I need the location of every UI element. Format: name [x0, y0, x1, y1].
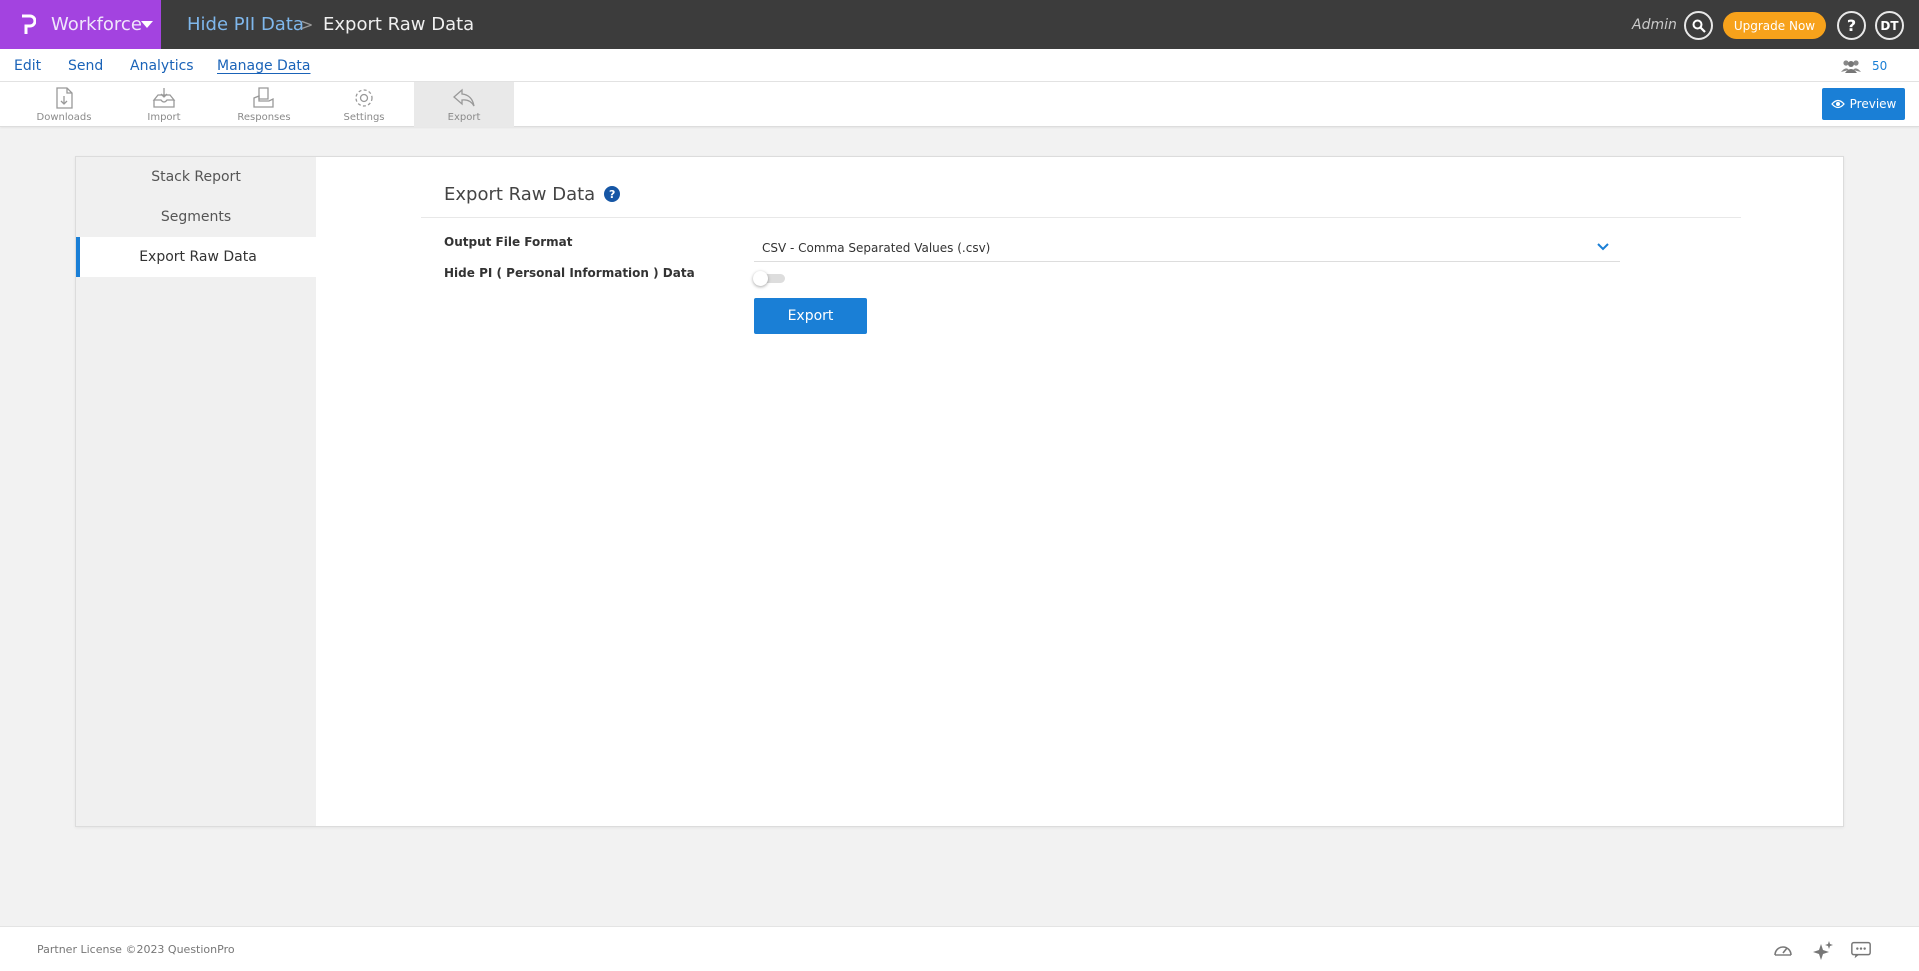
gear-icon [355, 89, 373, 107]
breadcrumb-survey[interactable]: Hide PII Data [187, 0, 304, 49]
upgrade-now-button[interactable]: Upgrade Now [1723, 12, 1826, 39]
tool-label: Settings [343, 112, 385, 123]
page-title: Export Raw Data ? [444, 181, 621, 207]
output-format-label: Output File Format [444, 235, 573, 249]
top-bar: Workforce Hide PII Data > Export Raw Dat… [0, 0, 1919, 49]
footer: Partner License ©2023 QuestionPro [0, 926, 1919, 971]
participants-count-value: 50 [1872, 58, 1888, 73]
eye-icon [1830, 99, 1845, 109]
tool-export[interactable]: Export [414, 82, 514, 127]
help-button[interactable]: ? [1837, 11, 1866, 40]
user-role: Admin [1632, 16, 1677, 33]
tool-downloads[interactable]: Downloads [14, 82, 114, 127]
tool-settings[interactable]: Settings [314, 82, 414, 127]
chevron-down-icon [1597, 243, 1609, 251]
search-button[interactable] [1684, 11, 1713, 40]
product-name: Workforce [51, 14, 142, 35]
speedometer-icon[interactable] [1772, 940, 1794, 960]
tool-label: Import [147, 112, 181, 123]
title-divider [421, 217, 1741, 218]
import-icon [152, 88, 176, 108]
caret-down-icon [141, 21, 153, 28]
footer-copyright: Partner License ©2023 QuestionPro [37, 943, 235, 956]
help-circle-icon[interactable]: ? [604, 186, 621, 202]
breadcrumb-separator: > [300, 15, 314, 34]
product-switcher[interactable]: Workforce [0, 0, 161, 49]
hide-pi-label: Hide PI ( Personal Information ) Data [444, 266, 695, 280]
menu-analytics[interactable]: Analytics [130, 49, 194, 82]
preview-button[interactable]: Preview [1822, 88, 1905, 120]
reply-icon [453, 88, 475, 107]
preview-label: Preview [1849, 97, 1897, 111]
output-format-value: CSV - Comma Separated Values (.csv) [762, 240, 991, 255]
sparkle-icon[interactable] [1812, 940, 1834, 960]
users-icon [1841, 59, 1861, 73]
menu-bar: Edit Send Analytics Manage Data 50 [0, 49, 1919, 82]
page-title-text: Export Raw Data [444, 183, 596, 205]
responses-icon [253, 87, 274, 108]
menu-manage-data[interactable]: Manage Data [217, 49, 311, 82]
menu-send[interactable]: Send [68, 49, 103, 82]
questionpro-logo-icon [22, 14, 36, 34]
output-format-select[interactable]: CSV - Comma Separated Values (.csv) [754, 234, 1620, 262]
hide-pi-toggle[interactable] [753, 271, 785, 286]
participants-count[interactable]: 50 [1840, 49, 1887, 82]
export-button[interactable]: Export [754, 298, 867, 334]
downloads-icon [56, 87, 73, 109]
search-icon [1692, 19, 1706, 33]
menu-edit[interactable]: Edit [14, 49, 41, 82]
user-avatar-button[interactable]: DT [1875, 11, 1904, 40]
sidenav-stack-report[interactable]: Stack Report [76, 157, 316, 197]
sidenav-export-raw-data[interactable]: Export Raw Data [76, 237, 316, 277]
export-card: Stack Report Segments Export Raw Data Ex… [75, 156, 1844, 827]
tool-label: Responses [237, 112, 291, 123]
chat-icon[interactable] [1850, 940, 1872, 960]
toggle-knob [753, 271, 768, 286]
tool-label: Export [447, 112, 481, 123]
tool-label: Downloads [36, 112, 92, 123]
sidenav-segments[interactable]: Segments [76, 197, 316, 237]
side-navigation: Stack Report Segments Export Raw Data [76, 157, 316, 826]
tool-responses[interactable]: Responses [214, 82, 314, 127]
tool-import[interactable]: Import [114, 82, 214, 127]
breadcrumb-current: Export Raw Data [323, 14, 475, 35]
toolbar: Downloads Import Responses Settings Expo… [0, 82, 1919, 127]
